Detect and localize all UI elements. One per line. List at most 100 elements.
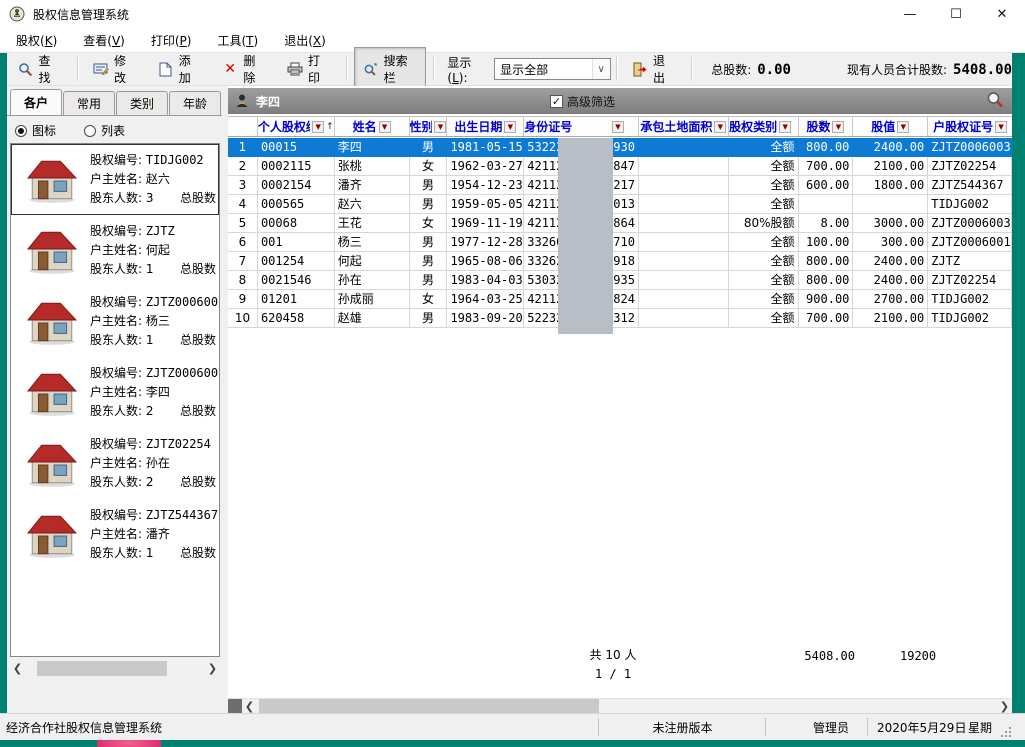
close-button[interactable]: ✕ — [979, 0, 1025, 28]
column-header-9[interactable]: 股值▼ — [853, 117, 928, 136]
table-cell: ZJTZ02254 — [928, 271, 1012, 290]
table-cell: 700.00 — [799, 157, 854, 176]
filter-dropdown-icon[interactable]: ▼ — [779, 121, 791, 133]
table-cell: 全额 — [729, 271, 799, 290]
table-cell: 全额 — [729, 195, 799, 214]
filter-dropdown-icon[interactable]: ▼ — [897, 121, 909, 133]
print-button[interactable]: 打印 — [279, 47, 340, 91]
main-horizontal-scrollbar[interactable]: ❮ ❯ — [228, 698, 1012, 713]
table-cell: 7 — [228, 252, 258, 271]
icon-view-label: 图标 — [32, 122, 56, 139]
advanced-filter[interactable]: ✓ 高级筛选 — [550, 93, 615, 110]
maximize-button[interactable]: ☐ — [933, 0, 979, 28]
table-cell: 1969-11-19 — [447, 214, 524, 233]
scroll-right-icon[interactable]: ❯ — [997, 699, 1012, 714]
table-cell: 2400.00 — [853, 138, 928, 157]
toolbar-separator — [691, 57, 692, 81]
sidebar-horizontal-scrollbar[interactable]: ❮ ❯ — [10, 661, 220, 676]
table-row[interactable]: 500068王花女1969-11-1942112286480%股额8.00300… — [228, 214, 1012, 233]
household-card[interactable]: 股权编号: ZJTZ户主姓名: 何起股东人数: 1总股数 — [11, 215, 219, 286]
column-header-label: 身份证号 — [524, 118, 572, 135]
scroll-right-icon[interactable]: ❯ — [205, 661, 220, 676]
toolbar-separator — [616, 57, 617, 81]
column-header-4[interactable]: 出生日期▼ — [447, 117, 524, 136]
table-cell: 9 — [228, 290, 258, 309]
column-header-5[interactable]: 身份证号 ▼ — [524, 117, 639, 136]
delete-label: 删除 — [243, 52, 266, 86]
table-cell: 王花 — [335, 214, 410, 233]
view-option-icon[interactable]: 图标 — [15, 122, 56, 139]
toolbar-separator — [346, 57, 347, 81]
filter-dropdown-icon[interactable]: ▼ — [832, 121, 844, 133]
card-total-clipped: 总股数 — [180, 331, 216, 348]
table-cell: 全额 — [729, 138, 799, 157]
sidebar-tab-各户[interactable]: 各户 — [10, 89, 62, 115]
resize-grip[interactable] — [1001, 727, 1011, 737]
main-panel: 李四 ✓ 高级筛选 个人股权编号▼↑姓名▼性别▼出生日期▼身份证号▼承包土地面积… — [228, 86, 1012, 713]
table-row[interactable]: 100015李四男1981-05-15532221930全额800.002400… — [228, 138, 1012, 157]
column-header-label: 出生日期 — [454, 118, 502, 135]
column-header-3[interactable]: 性别▼ — [410, 117, 448, 136]
add-button[interactable]: 添加 — [149, 47, 210, 91]
table-cell: ZJTZ0006001 — [928, 233, 1012, 252]
filter-dropdown-icon[interactable]: ▼ — [714, 121, 726, 133]
column-header-8[interactable]: 股数▼ — [799, 117, 854, 136]
sidebar-tab-年龄[interactable]: 年龄 — [169, 91, 221, 115]
scroll-left-icon[interactable]: ❮ — [242, 699, 257, 714]
table-row[interactable]: 10620458赵雄男1983-09-20522321312全额700.0021… — [228, 309, 1012, 328]
table-cell: 3000.00 — [853, 214, 928, 233]
advanced-filter-checkbox[interactable]: ✓ — [550, 95, 563, 108]
table-row[interactable]: 901201孙成丽女1964-03-25421122824全额900.00270… — [228, 290, 1012, 309]
modify-button[interactable]: 修改 — [85, 47, 146, 91]
filter-dropdown-icon[interactable]: ▼ — [434, 121, 446, 133]
column-header-10[interactable]: 户股权证号▼ — [928, 117, 1012, 136]
household-card[interactable]: 股权编号: ZJTZ0006001户主姓名: 杨三股东人数: 1总股数 — [11, 286, 219, 357]
sidebar-tab-常用[interactable]: 常用 — [63, 91, 115, 115]
print-label: 打印 — [308, 52, 331, 86]
filter-dropdown-icon[interactable]: ▼ — [995, 121, 1007, 133]
table-cell: 1964-03-25 — [447, 290, 524, 309]
scroll-track[interactable] — [257, 699, 997, 714]
table-cell: 900.00 — [799, 290, 854, 309]
table-cell: TIDJG002 — [928, 309, 1012, 328]
column-header-2[interactable]: 姓名▼ — [335, 117, 410, 136]
table-cell: 男 — [410, 138, 448, 157]
table-row[interactable]: 80021546孙在男1983-04-03530321935全额800.0024… — [228, 271, 1012, 290]
delete-button[interactable]: ✕ 删除 — [214, 47, 275, 91]
table-cell — [639, 309, 729, 328]
sidebar-tabs: 各户常用类别年龄 — [10, 89, 222, 115]
column-header-1[interactable]: 个人股权编号▼↑ — [258, 117, 335, 136]
filter-dropdown-icon[interactable]: ▼ — [504, 121, 516, 133]
search-bar-toggle[interactable]: 搜索栏 — [354, 47, 426, 91]
table-row[interactable]: 30002154潘齐男1954-12-23421123217全额600.0018… — [228, 176, 1012, 195]
magnifier-icon[interactable] — [986, 91, 1004, 109]
minimize-button[interactable]: — — [887, 0, 933, 28]
exit-button[interactable]: 退出 — [624, 47, 685, 91]
table-row[interactable]: 7001254何起男1965-08-06332622918全额800.00240… — [228, 252, 1012, 271]
sidebar-tab-类别[interactable]: 类别 — [116, 91, 168, 115]
find-button[interactable]: 查找 — [9, 47, 70, 91]
filter-dropdown-icon[interactable]: ▼ — [612, 121, 624, 133]
table-row[interactable]: 4000565赵六男1959-05-05421120013全额TIDJG002 — [228, 195, 1012, 214]
view-option-list[interactable]: 列表 — [84, 122, 125, 139]
column-header-7[interactable]: 股权类别▼ — [729, 117, 799, 136]
household-card[interactable]: 股权编号: ZJTZ544367户主姓名: 潘齐股东人数: 1总股数 — [11, 499, 219, 570]
table-row[interactable]: 6001杨三男1977-12-28332604710全额100.00300.00… — [228, 233, 1012, 252]
household-card[interactable]: 股权编号: ZJTZ0006003户主姓名: 李四股东人数: 2总股数 — [11, 357, 219, 428]
filter-dropdown-icon[interactable]: ▼ — [312, 121, 324, 133]
household-card[interactable]: 股权编号: TIDJG002户主姓名: 赵六股东人数: 3总股数 — [11, 144, 219, 215]
table-cell: 300.00 — [853, 233, 928, 252]
scroll-track[interactable] — [25, 661, 205, 676]
household-card[interactable]: 股权编号: ZJTZ02254户主姓名: 孙在股东人数: 2总股数 — [11, 428, 219, 499]
scroll-thumb[interactable] — [37, 661, 167, 676]
table-cell: 800.00 — [799, 271, 854, 290]
display-dropdown[interactable]: 显示全部 ∨ — [494, 58, 610, 80]
table-cell: 全额 — [729, 176, 799, 195]
table-cell: 2400.00 — [853, 271, 928, 290]
column-header-6[interactable]: 承包土地面积▼ — [639, 117, 729, 136]
table-cell: 男 — [410, 195, 448, 214]
scroll-thumb[interactable] — [259, 699, 599, 714]
filter-dropdown-icon[interactable]: ▼ — [379, 121, 391, 133]
scroll-left-icon[interactable]: ❮ — [10, 661, 25, 676]
table-row[interactable]: 20002115张桃女1962-03-27421122847全额700.0021… — [228, 157, 1012, 176]
